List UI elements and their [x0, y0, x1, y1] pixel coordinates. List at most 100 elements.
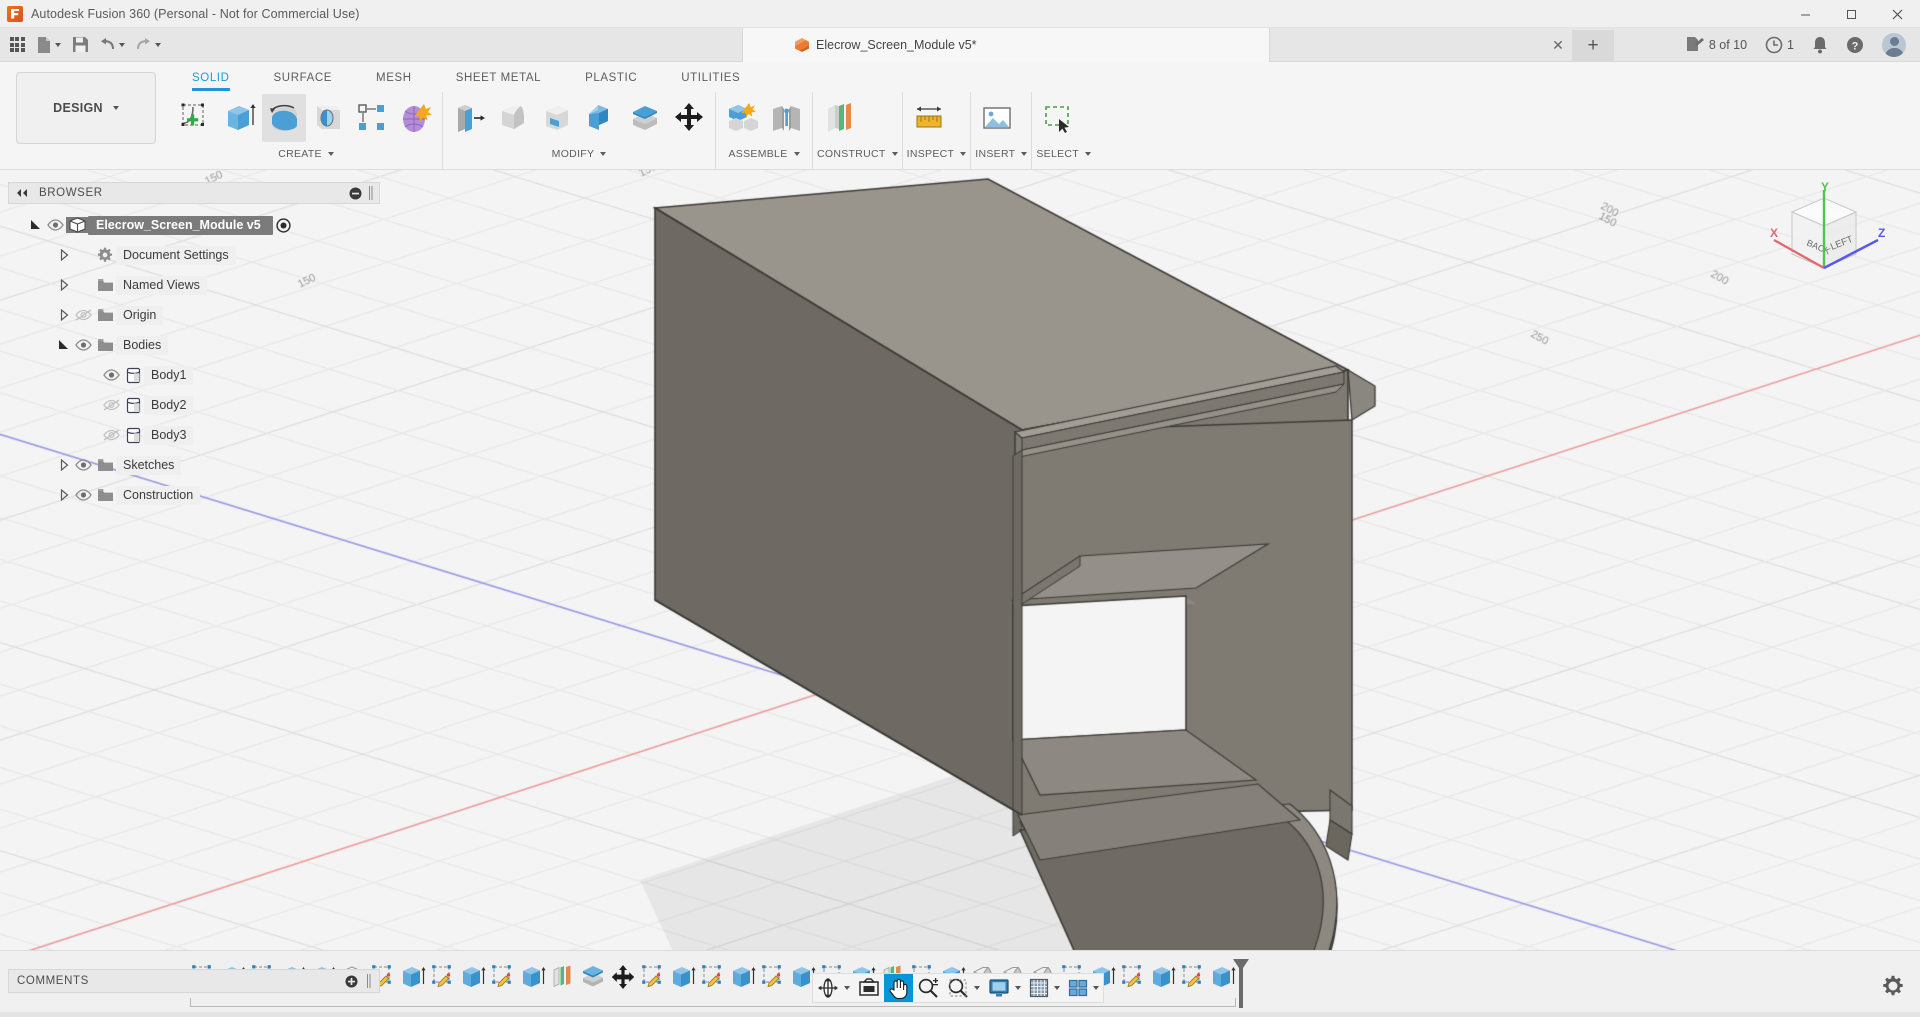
insert-image-tool[interactable] [975, 94, 1019, 142]
offset-face-tool[interactable] [623, 94, 667, 142]
orbit-button[interactable] [813, 974, 854, 1002]
combine-tool[interactable] [579, 94, 623, 142]
sweep-tool[interactable] [306, 94, 350, 142]
undo-button[interactable] [95, 31, 129, 59]
zoom-button[interactable] [913, 974, 943, 1002]
timeline-feature-sketch[interactable] [1178, 960, 1208, 994]
app-grid-button[interactable] [4, 31, 30, 59]
ribbon-panel-modify-label[interactable]: MODIFY [447, 148, 711, 160]
timeline-feature-sketch[interactable] [1118, 960, 1148, 994]
ribbon-tab-surface[interactable]: SURFACE [252, 69, 355, 86]
timeline-feature-offset-face[interactable] [578, 960, 608, 994]
timeline-feature-sketch[interactable] [638, 960, 668, 994]
visibility-eye-icon[interactable] [72, 489, 94, 501]
view-cube[interactable]: BACK LEFT X Y Z [1760, 180, 1890, 297]
browser-node-construction[interactable]: Construction [8, 480, 380, 510]
panel-grip-icon[interactable] [366, 974, 371, 988]
browser-node-sketches[interactable]: Sketches [8, 450, 380, 480]
measure-tool[interactable] [907, 94, 951, 142]
browser-node-elecrow-screen-module-v5[interactable]: Elecrow_Screen_Module v5 [8, 210, 380, 240]
comments-panel[interactable]: COMMENTS [8, 969, 380, 993]
new-component-tool[interactable] [720, 94, 764, 142]
timeline-feature-sketch[interactable] [758, 960, 788, 994]
browser-node-document-settings[interactable]: Document Settings [8, 240, 380, 270]
create-sketch-tool[interactable] [174, 94, 218, 142]
document-tab-close-button[interactable]: ✕ [1548, 35, 1568, 55]
expand-arrow-icon[interactable] [56, 249, 72, 261]
visibility-eye-icon[interactable] [100, 429, 122, 441]
expand-arrow-icon[interactable] [56, 459, 72, 471]
visibility-eye-icon[interactable] [72, 459, 94, 471]
help-button[interactable]: ? [1838, 31, 1872, 59]
timeline-feature-extrude[interactable] [518, 960, 548, 994]
timeline-feature-sketch[interactable] [698, 960, 728, 994]
viewports-button[interactable] [1064, 974, 1103, 1002]
panel-grip-icon[interactable] [368, 186, 373, 200]
browser-node-body3[interactable]: Body3 [8, 420, 380, 450]
new-tab-button[interactable]: + [1572, 30, 1614, 62]
timeline-feature-move[interactable] [608, 960, 638, 994]
expand-arrow-icon[interactable] [56, 309, 72, 321]
expand-arrow-icon[interactable] [56, 489, 72, 501]
shell-tool[interactable] [535, 94, 579, 142]
user-account-button[interactable] [1874, 31, 1914, 59]
timeline-feature-plane[interactable] [548, 960, 578, 994]
timeline-feature-sketch[interactable] [488, 960, 518, 994]
revolve-tool[interactable] [262, 94, 306, 142]
ribbon-panel-inspect-label[interactable]: INSPECT [907, 148, 967, 160]
form-tool[interactable] [394, 94, 438, 142]
ribbon-tab-solid[interactable]: SOLID [170, 69, 252, 91]
ribbon-panel-create-label[interactable]: CREATE [174, 148, 438, 160]
browser-node-body1[interactable]: Body1 [8, 360, 380, 390]
timeline-feature-extrude[interactable] [458, 960, 488, 994]
expand-arrow-icon[interactable] [28, 219, 44, 231]
expand-arrow-icon[interactable] [56, 279, 72, 291]
visibility-eye-icon[interactable] [72, 309, 94, 321]
notifications-button[interactable] [1804, 31, 1836, 59]
jobs-status-button[interactable]: 8 of 10 [1677, 31, 1755, 59]
timeline-scrollbar[interactable] [0, 1012, 1920, 1017]
visibility-eye-icon[interactable] [72, 339, 94, 351]
ribbon-panel-assemble-label[interactable]: ASSEMBLE [720, 148, 808, 160]
browser-node-named-views[interactable]: Named Views [8, 270, 380, 300]
extrude-tool[interactable] [218, 94, 262, 142]
joint-tool[interactable] [764, 94, 808, 142]
activate-component-radio[interactable] [276, 217, 291, 233]
double-left-chevron-icon[interactable] [15, 188, 29, 198]
grid-snaps-button[interactable] [1025, 974, 1064, 1002]
visibility-eye-icon[interactable] [44, 219, 66, 231]
fillet-tool[interactable] [491, 94, 535, 142]
look-at-button[interactable] [854, 974, 884, 1002]
ribbon-panel-insert-label[interactable]: INSERT [975, 148, 1028, 160]
visibility-eye-icon[interactable] [100, 399, 122, 411]
offset-plane-tool[interactable] [817, 94, 861, 142]
pan-button[interactable] [884, 974, 913, 1002]
save-button[interactable] [67, 31, 93, 59]
browser-node-bodies[interactable]: Bodies [8, 330, 380, 360]
select-window-tool[interactable] [1036, 94, 1080, 142]
ribbon-tab-sheet-metal[interactable]: SHEET METAL [434, 69, 563, 86]
new-file-button[interactable] [32, 31, 65, 59]
expand-arrow-icon[interactable] [56, 339, 72, 351]
timeline-feature-extrude[interactable] [398, 960, 428, 994]
press-pull-tool[interactable] [447, 94, 491, 142]
display-settings-button[interactable] [984, 974, 1025, 1002]
plus-circle-icon[interactable] [345, 975, 358, 988]
timeline-feature-extrude[interactable] [668, 960, 698, 994]
ribbon-panel-construct-label[interactable]: CONSTRUCT [817, 148, 898, 160]
redo-button[interactable] [131, 31, 165, 59]
ribbon-tab-plastic[interactable]: PLASTIC [563, 69, 659, 86]
timeline-marker[interactable] [1232, 958, 1250, 1008]
pattern-tool[interactable] [350, 94, 394, 142]
ribbon-tab-mesh[interactable]: MESH [354, 69, 434, 86]
ribbon-panel-select-label[interactable]: SELECT [1036, 148, 1092, 160]
close-button[interactable] [1874, 0, 1920, 28]
minimize-button[interactable] [1782, 0, 1828, 28]
browser-node-origin[interactable]: Origin [8, 300, 380, 330]
move-copy-tool[interactable] [667, 94, 711, 142]
timeline-feature-extrude[interactable] [1148, 960, 1178, 994]
timeline-settings-button[interactable] [1882, 975, 1904, 997]
zoom-window-button[interactable] [943, 974, 984, 1002]
visibility-eye-icon[interactable] [100, 369, 122, 381]
ribbon-tab-utilities[interactable]: UTILITIES [659, 69, 762, 86]
